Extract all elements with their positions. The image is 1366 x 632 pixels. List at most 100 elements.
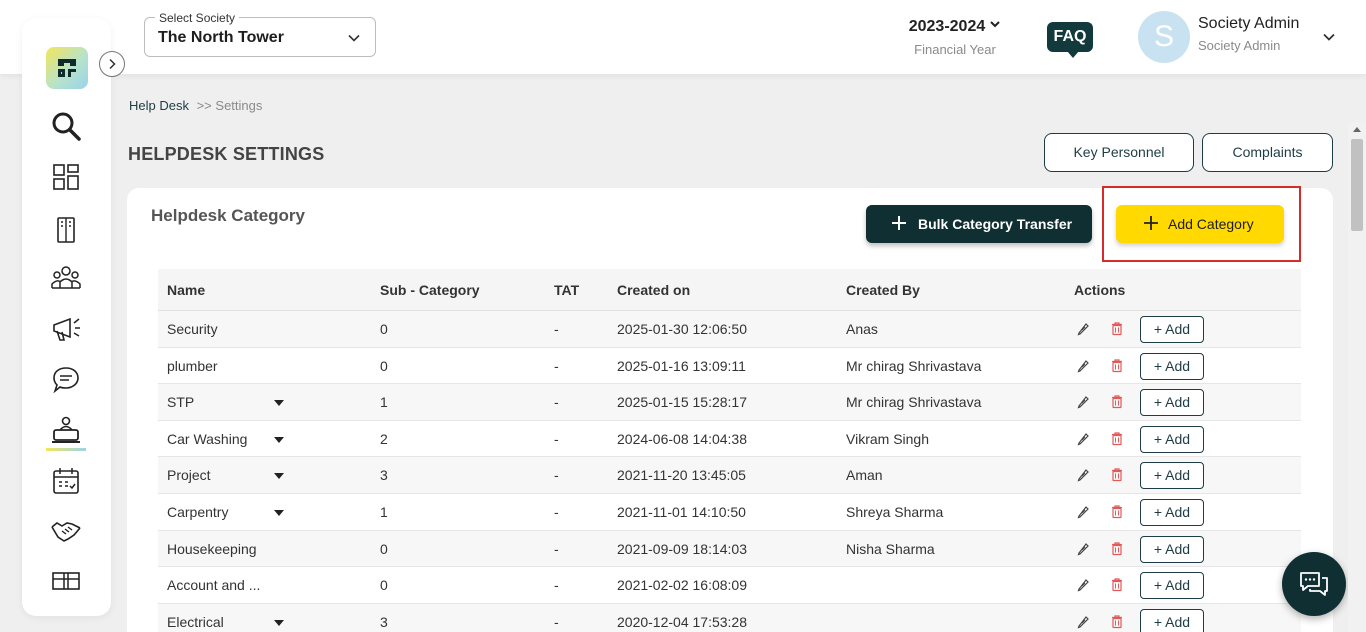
cell-sub-category: 1 [380,394,388,411]
delete-icon[interactable] [1110,504,1124,519]
page-scrollbar[interactable] [1348,122,1366,632]
bulk-category-transfer-label: Bulk Category Transfer [918,216,1073,232]
chat-support-button[interactable] [1282,552,1346,616]
edit-icon[interactable] [1076,542,1090,556]
avatar[interactable]: S [1138,11,1190,63]
table-row: Security 0 - 2025-01-30 12:06:50 Anas + Add [158,311,1301,348]
notice-icon[interactable] [50,313,82,345]
building-icon[interactable] [50,213,82,245]
expand-caret-icon[interactable] [274,400,284,407]
breadcrumb-helpdesk-link[interactable]: Help Desk [129,98,189,113]
app-logo[interactable] [46,47,88,89]
breadcrumb: Help Desk >> Settings [129,98,262,113]
delete-icon[interactable] [1110,614,1124,629]
scroll-up-arrow-icon[interactable] [1353,127,1361,132]
cell-created-by: Vikram Singh [846,430,930,447]
dashboard-icon[interactable] [50,161,82,193]
cell-created-by: Mr chirag Shrivastava [846,357,982,374]
edit-icon[interactable] [1076,359,1090,373]
delete-icon[interactable] [1110,541,1124,556]
top-header: Select Society The North Tower 2023-2024… [0,0,1366,74]
bulk-category-transfer-button[interactable]: Bulk Category Transfer [866,205,1092,243]
cell-tat: - [554,357,559,374]
key-personnel-button[interactable]: Key Personnel [1044,133,1194,172]
expand-caret-icon[interactable] [274,619,284,626]
society-select[interactable]: Select Society The North Tower [144,11,376,57]
column-header-tat[interactable]: TAT [554,282,579,298]
add-subcategory-button[interactable]: + Add [1140,316,1204,343]
user-name[interactable]: Society Admin [1198,15,1299,33]
expand-caret-icon[interactable] [274,473,284,480]
edit-icon[interactable] [1076,578,1090,592]
add-category-label: Add Category [1168,216,1254,232]
chevron-down-icon [348,34,360,42]
column-header-created-on[interactable]: Created on [617,282,690,298]
search-icon[interactable] [50,110,82,142]
column-header-actions: Actions [1074,282,1126,298]
delete-icon[interactable] [1110,321,1124,336]
cell-tat: - [554,394,559,411]
table-row: Electrical 3 - 2020-12-04 17:53:28 + Add [158,603,1301,632]
sidebar-toggle-button[interactable] [99,51,125,77]
add-subcategory-button[interactable]: + Add [1140,572,1204,600]
cell-sub-category: 0 [380,577,388,594]
column-header-created-by[interactable]: Created By [846,282,920,298]
members-icon[interactable] [50,262,82,294]
delete-icon[interactable] [1110,358,1124,373]
delete-icon[interactable] [1110,467,1124,482]
edit-icon[interactable] [1076,322,1090,336]
cell-name: Project [167,467,211,484]
financial-year-select[interactable]: 2023-2024 Financial Year [900,18,1010,57]
add-subcategory-button[interactable]: + Add [1140,389,1204,417]
expand-caret-icon[interactable] [274,509,284,516]
user-menu-chevron-icon[interactable] [1322,30,1336,44]
box-icon[interactable] [50,565,82,597]
add-subcategory-button[interactable]: + Add [1140,535,1204,563]
edit-icon[interactable] [1076,505,1090,519]
column-header-name[interactable]: Name [167,282,205,298]
add-subcategory-button[interactable]: + Add [1140,352,1204,380]
complaints-button[interactable]: Complaints [1202,133,1333,172]
helpdesk-icon[interactable] [50,414,82,446]
cell-name: Housekeeping [167,540,257,557]
cell-name: Car Washing [167,430,248,447]
delete-icon[interactable] [1110,431,1124,446]
edit-icon[interactable] [1076,432,1090,446]
table-body: Security 0-2025-01-30 12:06:50 Anas + Add pl… [158,311,1301,632]
handshake-icon[interactable] [50,515,82,547]
cell-created-by: Mr chirag Shrivastava [846,394,982,411]
helpdesk-category-card: Helpdesk Category Bulk Category Transfer… [127,186,1333,632]
column-header-sub-category[interactable]: Sub - Category [380,282,480,298]
edit-icon[interactable] [1076,468,1090,482]
category-table: Name Sub - Category TAT Created on Creat… [158,269,1301,632]
cell-tat: - [554,321,559,337]
add-subcategory-button[interactable]: + Add [1140,608,1204,632]
cell-created-on: 2021-02-02 16:08:09 [617,577,747,594]
add-subcategory-button[interactable]: + Add [1140,425,1204,453]
calendar-icon[interactable] [50,465,82,497]
scrollbar-thumb[interactable] [1351,139,1363,231]
add-category-button[interactable]: Add Category [1116,205,1284,243]
delete-icon[interactable] [1110,577,1124,592]
expand-caret-icon[interactable] [274,436,284,443]
table-row: Account and ... 0 - 2021-02-02 16:08:09 + Ad… [158,567,1301,604]
plus-icon [892,216,906,230]
financial-year-value: 2023-2024 [908,18,986,35]
add-subcategory-button[interactable]: + Add [1140,462,1204,490]
cell-name: Security [167,321,218,337]
cell-name: plumber [167,357,218,374]
cell-tat: - [554,430,559,447]
add-subcategory-button[interactable]: + Add [1140,498,1204,526]
page-title: HELPDESK SETTINGS [128,144,325,164]
chat-icon[interactable] [50,364,82,396]
table-row: Project 3 - 2021-11-20 13:45:05 Aman + Add [158,457,1301,494]
edit-icon[interactable] [1076,395,1090,409]
cell-created-on: 2021-11-20 13:45:05 [617,467,746,484]
edit-icon[interactable] [1076,615,1090,629]
user-role: Society Admin [1198,38,1281,53]
cell-created-on: 2020-12-04 17:53:28 [617,613,747,630]
delete-icon[interactable] [1110,394,1124,409]
cell-sub-category: 0 [380,357,388,374]
cell-name: Account and ... [167,577,261,594]
faq-button[interactable]: FAQ [1047,22,1093,58]
